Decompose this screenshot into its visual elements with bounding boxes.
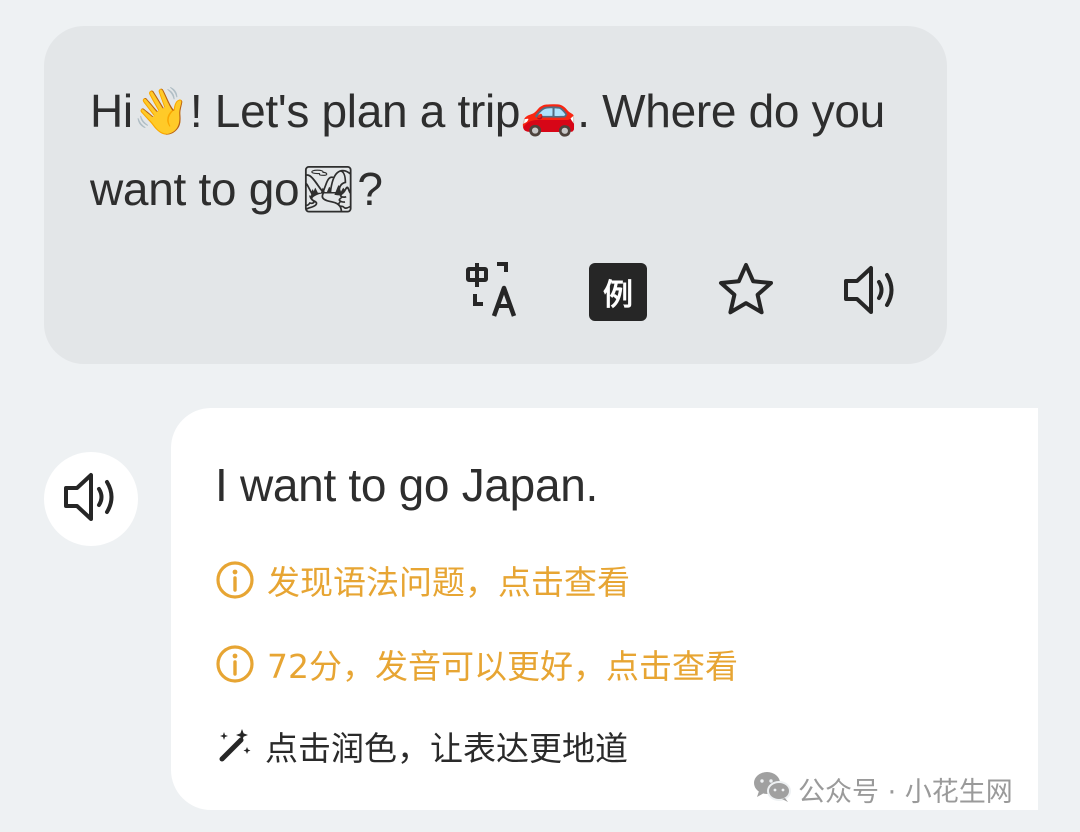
favorite-button[interactable] (714, 260, 778, 324)
pronunciation-score-link[interactable]: 72分，发音可以更好，点击查看 (215, 640, 738, 688)
user-message-text: I want to go Japan. (215, 459, 599, 511)
magic-wand-icon (215, 727, 253, 765)
ai-message-part-2: ! Let's plan a trip (189, 85, 521, 137)
grammar-issue-label: 发现语法问题，点击查看 (267, 563, 630, 602)
wave-emoji: 👋 (132, 84, 190, 138)
polish-expression-button[interactable]: 点击润色，让表达更地道 (215, 722, 628, 770)
landscape-emoji: 🏞 (299, 162, 358, 216)
example-icon: 例 (589, 263, 647, 321)
play-audio-button[interactable] (839, 260, 903, 324)
car-emoji: 🚗 (520, 84, 578, 138)
grammar-issue-link[interactable]: 发现语法问题，点击查看 (215, 556, 630, 604)
star-icon (716, 260, 776, 325)
wechat-icon (752, 770, 792, 809)
ai-message-part-4: ? (357, 163, 383, 215)
translate-icon (464, 260, 524, 325)
user-play-audio-button[interactable] (44, 452, 138, 546)
info-icon (215, 644, 255, 684)
info-icon (215, 560, 255, 600)
translate-button[interactable] (462, 260, 526, 324)
user-message-bubble: I want to go Japan. 发现语法问题，点击查看 72分，发音可以… (171, 408, 1038, 810)
watermark: 公众号 · 小花生网 (752, 770, 1013, 809)
speaker-icon (840, 260, 902, 325)
pronunciation-score-label: 72分，发音可以更好，点击查看 (267, 647, 738, 686)
ai-message-text: Hi👋! Let's plan a trip🚗. Where do you wa… (90, 72, 910, 228)
ai-message-part-1: Hi (90, 85, 133, 137)
watermark-text: 公众号 · 小花生网 (798, 777, 1013, 808)
ai-message-toolbar: 例 (44, 260, 947, 324)
example-button[interactable]: 例 (586, 260, 650, 324)
polish-expression-label: 点击润色，让表达更地道 (265, 729, 628, 768)
ai-message-bubble: Hi👋! Let's plan a trip🚗. Where do you wa… (44, 26, 947, 364)
speaker-icon (60, 467, 122, 532)
